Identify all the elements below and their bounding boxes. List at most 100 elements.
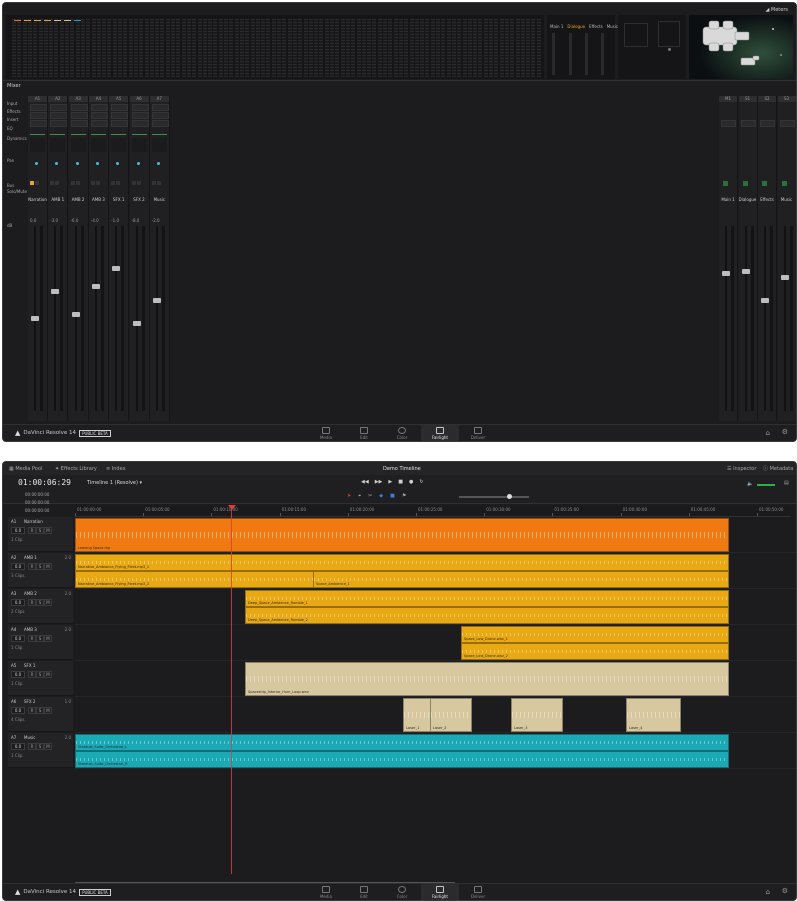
eq-curve[interactable]	[151, 128, 167, 135]
solo-button[interactable]	[70, 181, 75, 185]
slot-button[interactable]	[111, 104, 129, 111]
bus-slot-button[interactable]	[760, 120, 775, 127]
slot-button[interactable]	[111, 112, 129, 119]
fader-handle[interactable]	[112, 266, 121, 271]
mute-button[interactable]	[55, 181, 60, 185]
tab-deliver[interactable]: Deliver	[459, 425, 497, 441]
track-button-r[interactable]: R	[28, 671, 36, 678]
track-header[interactable]: A3 AMB 2 2.0 0.0 R S M 2 Clips	[8, 589, 73, 624]
slot-button[interactable]	[151, 112, 169, 119]
clip-sfx2-d[interactable]: Laser_4	[626, 698, 681, 732]
pan-indicator[interactable]	[55, 162, 59, 165]
bus-fader-handle[interactable]	[780, 275, 789, 280]
track-button-r[interactable]: R	[28, 743, 36, 750]
bus-mute-button[interactable]	[762, 181, 767, 186]
solo-button[interactable]	[90, 181, 95, 185]
bus-fader-track[interactable]	[783, 226, 786, 411]
dynamics-graph[interactable]	[90, 138, 106, 152]
clip-amb1-c[interactable]: Space_Ambience_1	[313, 571, 729, 588]
pan-indicator[interactable]	[136, 162, 140, 165]
slot-button[interactable]	[70, 120, 88, 127]
mute-button[interactable]	[156, 181, 161, 185]
fader-handle[interactable]	[71, 312, 80, 317]
mute-button[interactable]	[35, 181, 39, 185]
track-button-s[interactable]: S	[36, 563, 44, 570]
monitor-level-slider[interactable]	[757, 484, 775, 486]
dynamics-graph[interactable]	[151, 138, 167, 152]
snap-icon[interactable]: ◆	[379, 493, 383, 499]
solo-button[interactable]	[30, 181, 34, 185]
track-button-m[interactable]: M	[44, 563, 52, 570]
mute-button[interactable]	[136, 181, 141, 185]
clip-narration[interactable]: Leaving Space.mp	[75, 518, 729, 552]
playhead[interactable]	[231, 506, 232, 874]
bus-slot-button[interactable]	[740, 120, 756, 127]
link-icon[interactable]: ■	[390, 493, 395, 499]
bus-mute-button[interactable]	[742, 181, 748, 186]
tab-deliver[interactable]: Deliver	[459, 884, 497, 900]
track-button-r[interactable]: R	[28, 635, 36, 642]
dynamics-graph[interactable]	[70, 138, 86, 152]
fader-track[interactable]	[155, 226, 158, 411]
pan-indicator[interactable]	[156, 162, 160, 165]
track-volume-field[interactable]: 0.0	[11, 707, 25, 714]
tab-media[interactable]: Media	[307, 884, 345, 900]
track-button-m[interactable]: M	[44, 671, 52, 678]
track-volume-field[interactable]: 0.0	[11, 671, 25, 678]
track-header[interactable]: A6 SFX 2 1.0 0.0 R S M 4 Clips	[8, 697, 73, 732]
track-button-r[interactable]: R	[28, 527, 36, 534]
range-tool-icon[interactable]: ⌖	[358, 493, 361, 499]
track-button-r[interactable]: R	[28, 563, 36, 570]
track-button-m[interactable]: M	[44, 743, 52, 750]
clip-amb3-b[interactable]: Space_Low_Drone.wav_2	[461, 643, 729, 660]
slot-button[interactable]	[30, 104, 47, 111]
slot-button[interactable]	[131, 112, 149, 119]
bus-fader-track[interactable]	[764, 226, 766, 411]
fast-forward-icon[interactable]: ▶▶	[375, 479, 383, 485]
fader-track[interactable]	[115, 226, 118, 411]
fader-track[interactable]	[74, 226, 77, 411]
dynamics-graph[interactable]	[50, 138, 66, 152]
track-button-s[interactable]: S	[36, 671, 44, 678]
slot-button[interactable]	[90, 112, 108, 119]
track-header[interactable]: A4 AMB 3 2.0 0.0 R S M 1 Clip	[8, 625, 73, 660]
bus-mute-button[interactable]	[723, 181, 728, 186]
fader-track[interactable]	[135, 226, 138, 411]
bus-fader-track[interactable]	[725, 226, 727, 411]
fader-handle[interactable]	[31, 316, 39, 321]
slot-button[interactable]	[50, 112, 68, 119]
track-volume-field[interactable]: 0.0	[11, 743, 25, 750]
track-button-s[interactable]: S	[36, 743, 44, 750]
stop-icon[interactable]: ■	[398, 479, 403, 485]
mute-button[interactable]	[75, 181, 80, 185]
clip-music-a[interactable]: Stardust_Suite_Orchestral_L	[75, 734, 729, 751]
slot-button[interactable]	[90, 120, 108, 127]
clip-amb1-a[interactable]: Narrative_Ambiance_Flying_Fleet.mp3_1	[75, 554, 729, 571]
track-button-m[interactable]: M	[44, 599, 52, 606]
clip-amb2-b[interactable]: Deep_Space_Ambience_Rumble_2	[245, 607, 729, 624]
clip-music-b[interactable]: Stardust_Suite_Orchestral_R	[75, 751, 729, 768]
tab-media[interactable]: Media	[307, 425, 345, 441]
bus-slot-button[interactable]	[779, 120, 795, 127]
razor-tool-icon[interactable]: ✂	[368, 493, 372, 499]
slot-button[interactable]	[50, 104, 68, 111]
loop-icon[interactable]: ↻	[419, 479, 423, 485]
slot-button[interactable]	[30, 112, 47, 119]
track-header[interactable]: A7 Music 2.0 0.0 R S M 1 Clip	[8, 733, 73, 768]
meter-toggle-icon[interactable]: ▤	[784, 480, 789, 486]
meters-toggle[interactable]: ◢ Meters	[765, 7, 788, 13]
eq-curve[interactable]	[90, 128, 106, 135]
solo-button[interactable]	[50, 181, 55, 185]
slot-button[interactable]	[151, 120, 169, 127]
mute-button[interactable]	[116, 181, 121, 185]
track-volume-field[interactable]: 0.0	[11, 599, 25, 606]
solo-button[interactable]	[111, 181, 116, 185]
pan-indicator[interactable]	[116, 162, 120, 165]
clip-amb3-a[interactable]: Space_Low_Drone.wav_1	[461, 626, 729, 643]
fader-handle[interactable]	[152, 298, 161, 303]
track-header[interactable]: A5 SFX 1 0.0 R S M 1 Clip	[8, 661, 73, 696]
bus-fader-handle[interactable]	[741, 269, 750, 274]
pan-indicator[interactable]	[75, 162, 79, 165]
eq-curve[interactable]	[50, 128, 66, 135]
track-header[interactable]: A2 AMB 1 2.0 0.0 R S M 3 Clips	[8, 553, 73, 588]
